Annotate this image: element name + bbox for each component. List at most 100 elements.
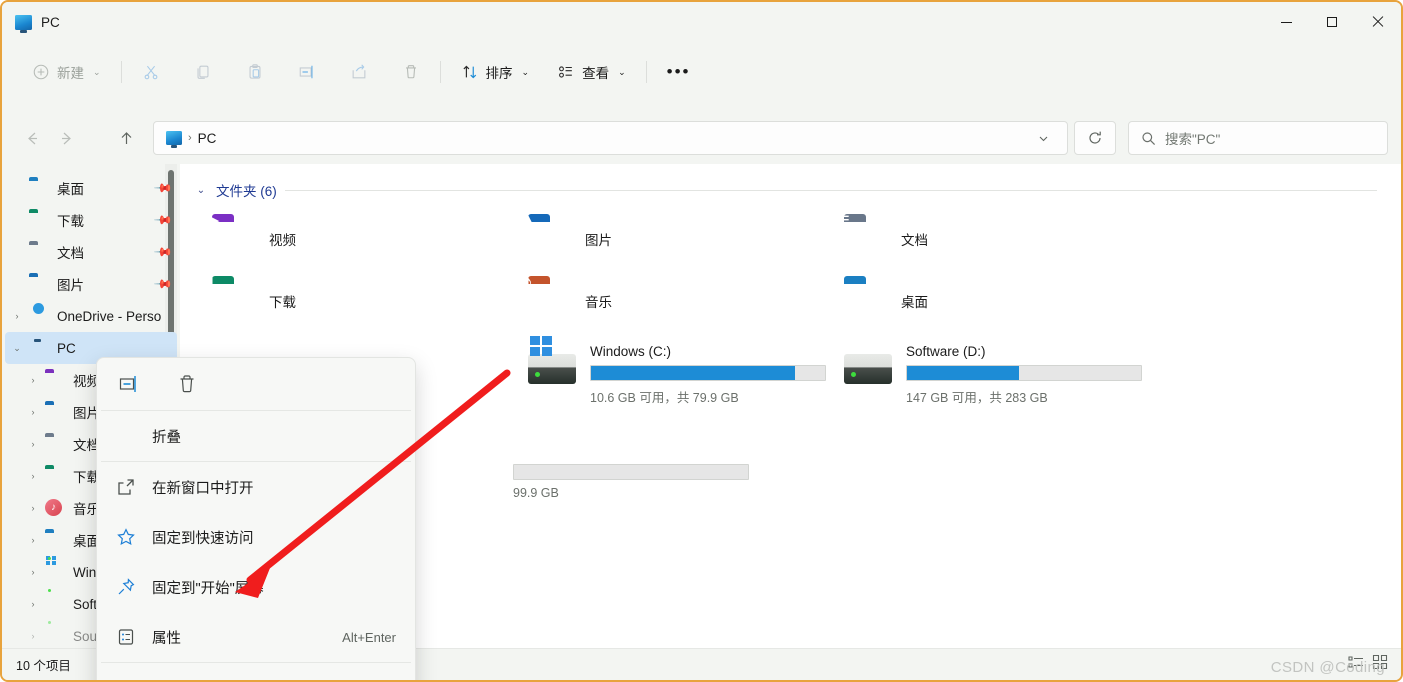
navigation-bar: chevron-down-icon › PC — [2, 112, 1401, 164]
arrow-left-icon — [27, 132, 37, 144]
sidebar-item-label: Sou — [73, 628, 98, 644]
pin-icon[interactable]: 📌 — [153, 242, 173, 262]
device-item-software-d[interactable]: Software (D:) 147 GB 可用，共 283 GB — [826, 334, 1142, 408]
context-delete-button[interactable] — [169, 366, 205, 402]
pin-icon[interactable]: 📌 — [153, 210, 173, 230]
context-menu-item-pin-start[interactable]: 固定到"开始"屏幕 — [100, 562, 412, 612]
sidebar-item-pictures[interactable]: 图片 📌 — [5, 268, 177, 300]
device-name: Software (D:) — [906, 344, 986, 359]
maximize-button[interactable] — [1309, 2, 1355, 42]
open-new-window-icon — [116, 477, 138, 497]
windows-drive-icon — [45, 563, 65, 581]
sort-button[interactable]: 排序 ⌄ — [451, 55, 540, 89]
documents-folder-icon — [45, 435, 65, 453]
context-menu-item-properties[interactable]: 属性 Alt+Enter — [100, 612, 412, 662]
chevron-down-icon[interactable]: ⌄ — [194, 185, 208, 196]
chevron-right-icon[interactable]: › — [21, 567, 45, 577]
context-menu-item-pin-quick-access[interactable]: 固定到快速访问 — [100, 512, 412, 562]
up-button[interactable] — [109, 121, 143, 155]
forward-button[interactable] — [49, 121, 83, 155]
close-button[interactable] — [1355, 2, 1401, 42]
downloads-folder-icon — [29, 211, 49, 229]
device-capacity-text: 10.6 GB 可用，共 79.9 GB — [590, 391, 739, 405]
view-list-icon — [559, 66, 572, 78]
chevron-right-icon[interactable]: › — [21, 375, 45, 385]
recent-locations-button[interactable]: chevron-down-icon — [83, 121, 109, 155]
share-button[interactable] — [340, 55, 378, 89]
folder-item-music[interactable]: ♪ 音乐 — [510, 270, 826, 332]
window-controls — [1263, 2, 1401, 42]
context-menu-item-collapse[interactable]: 折叠 — [100, 411, 412, 461]
folder-item-label: 音乐 — [585, 295, 612, 310]
pc-monitor-icon — [15, 14, 32, 33]
folder-item-label: 下载 — [269, 295, 296, 310]
folder-item-desktop[interactable]: 桌面 — [826, 270, 1142, 332]
chevron-right-icon[interactable]: › — [21, 599, 45, 609]
context-menu-item-show-more[interactable]: 显示更多选项 Shift+F10 — [100, 663, 412, 681]
downloads-folder-icon: ↓ — [207, 271, 217, 293]
pictures-folder-icon — [29, 275, 49, 293]
delete-button[interactable] — [392, 55, 430, 89]
folder-item-pictures[interactable]: ▲ 图片 — [510, 208, 826, 270]
chevron-down-icon: ⌄ — [521, 66, 530, 77]
folder-item-documents[interactable]: ≡ 文档 — [826, 208, 1142, 270]
sidebar-item-onedrive[interactable]: › OneDrive - Perso — [5, 300, 177, 332]
sidebar-item-label: 文档 — [57, 246, 84, 261]
show-more-icon — [116, 678, 138, 680]
back-button[interactable] — [15, 121, 49, 155]
breadcrumb-current: PC — [197, 130, 217, 146]
refresh-button[interactable] — [1074, 121, 1116, 155]
search-icon — [1142, 131, 1156, 145]
search-input[interactable]: 搜索"PC" — [1165, 128, 1220, 148]
status-item-count: 10 个项目 — [16, 659, 71, 673]
clipboard-icon — [249, 64, 261, 79]
view-button[interactable]: 查看 ⌄ — [547, 55, 636, 89]
pictures-folder-icon: ▲ — [518, 209, 538, 231]
file-explorer-window: PC 新建 ⌄ 排序 ⌄ 查看 ⌄ ••• › PC 搜索"PC" 桌面 📌 下… — [0, 0, 1403, 682]
chevron-right-icon[interactable]: › — [21, 503, 45, 513]
pin-icon[interactable]: 📌 — [153, 178, 173, 198]
minimize-button[interactable] — [1263, 2, 1309, 42]
device-name: Windows (C:) — [590, 344, 672, 359]
sidebar-item-label: PC — [57, 340, 76, 356]
rename-button[interactable] — [288, 55, 326, 89]
folder-item-videos[interactable]: ▶ 视频 — [194, 208, 510, 270]
share-icon — [352, 64, 365, 79]
chevron-down-icon[interactable]: ⌄ — [5, 343, 29, 354]
folders-group-header[interactable]: ⌄ 文件夹 (6) — [194, 178, 1401, 202]
paste-button[interactable] — [236, 55, 274, 89]
chevron-right-icon[interactable]: › — [21, 535, 45, 545]
refresh-icon — [1089, 131, 1101, 144]
sidebar-item-desktop[interactable]: 桌面 📌 — [5, 172, 177, 204]
search-box[interactable]: 搜索"PC" — [1128, 121, 1388, 155]
device-info: Software (D:) 147 GB 可用，共 283 GB — [906, 342, 1142, 406]
chevron-right-icon[interactable]: › — [5, 311, 29, 321]
context-menu-item-open-new-window[interactable]: 在新窗口中打开 — [100, 462, 412, 512]
sidebar-item-downloads[interactable]: 下载 📌 — [5, 204, 177, 236]
capacity-bar-fill — [591, 366, 795, 380]
folder-item-label: 视频 — [269, 233, 296, 248]
sort-button-label: 排序 — [485, 66, 513, 81]
address-bar[interactable]: › PC — [153, 121, 1068, 155]
chevron-right-icon[interactable]: › — [21, 631, 45, 641]
chevron-right-icon[interactable]: › — [21, 407, 45, 417]
sidebar-item-documents[interactable]: 文档 📌 — [5, 236, 177, 268]
device-item-windows-c[interactable]: Windows (C:) 10.6 GB 可用，共 79.9 GB — [510, 334, 826, 408]
cut-button[interactable] — [132, 55, 170, 89]
chevron-right-icon[interactable]: › — [21, 471, 45, 481]
properties-icon — [116, 627, 138, 647]
more-options-button[interactable]: ••• — [657, 55, 701, 89]
folder-item-label: 桌面 — [901, 295, 928, 310]
context-rename-button[interactable] — [111, 366, 147, 402]
context-menu-item-label: 显示更多选项 — [152, 678, 239, 681]
copy-button[interactable] — [184, 55, 222, 89]
pin-icon[interactable]: 📌 — [153, 274, 173, 294]
context-menu-item-shortcut: Alt+Enter — [342, 629, 396, 645]
folder-item-downloads[interactable]: ↓ 下载 — [194, 270, 510, 332]
title-bar-left: PC — [2, 14, 60, 33]
chevron-right-icon[interactable]: › — [21, 439, 45, 449]
device-item-partially-hidden[interactable]: 99.9 GB — [513, 464, 749, 500]
capacity-bar — [513, 464, 749, 480]
new-button[interactable]: 新建 ⌄ — [22, 55, 111, 89]
address-dropdown-button[interactable] — [1027, 122, 1059, 154]
